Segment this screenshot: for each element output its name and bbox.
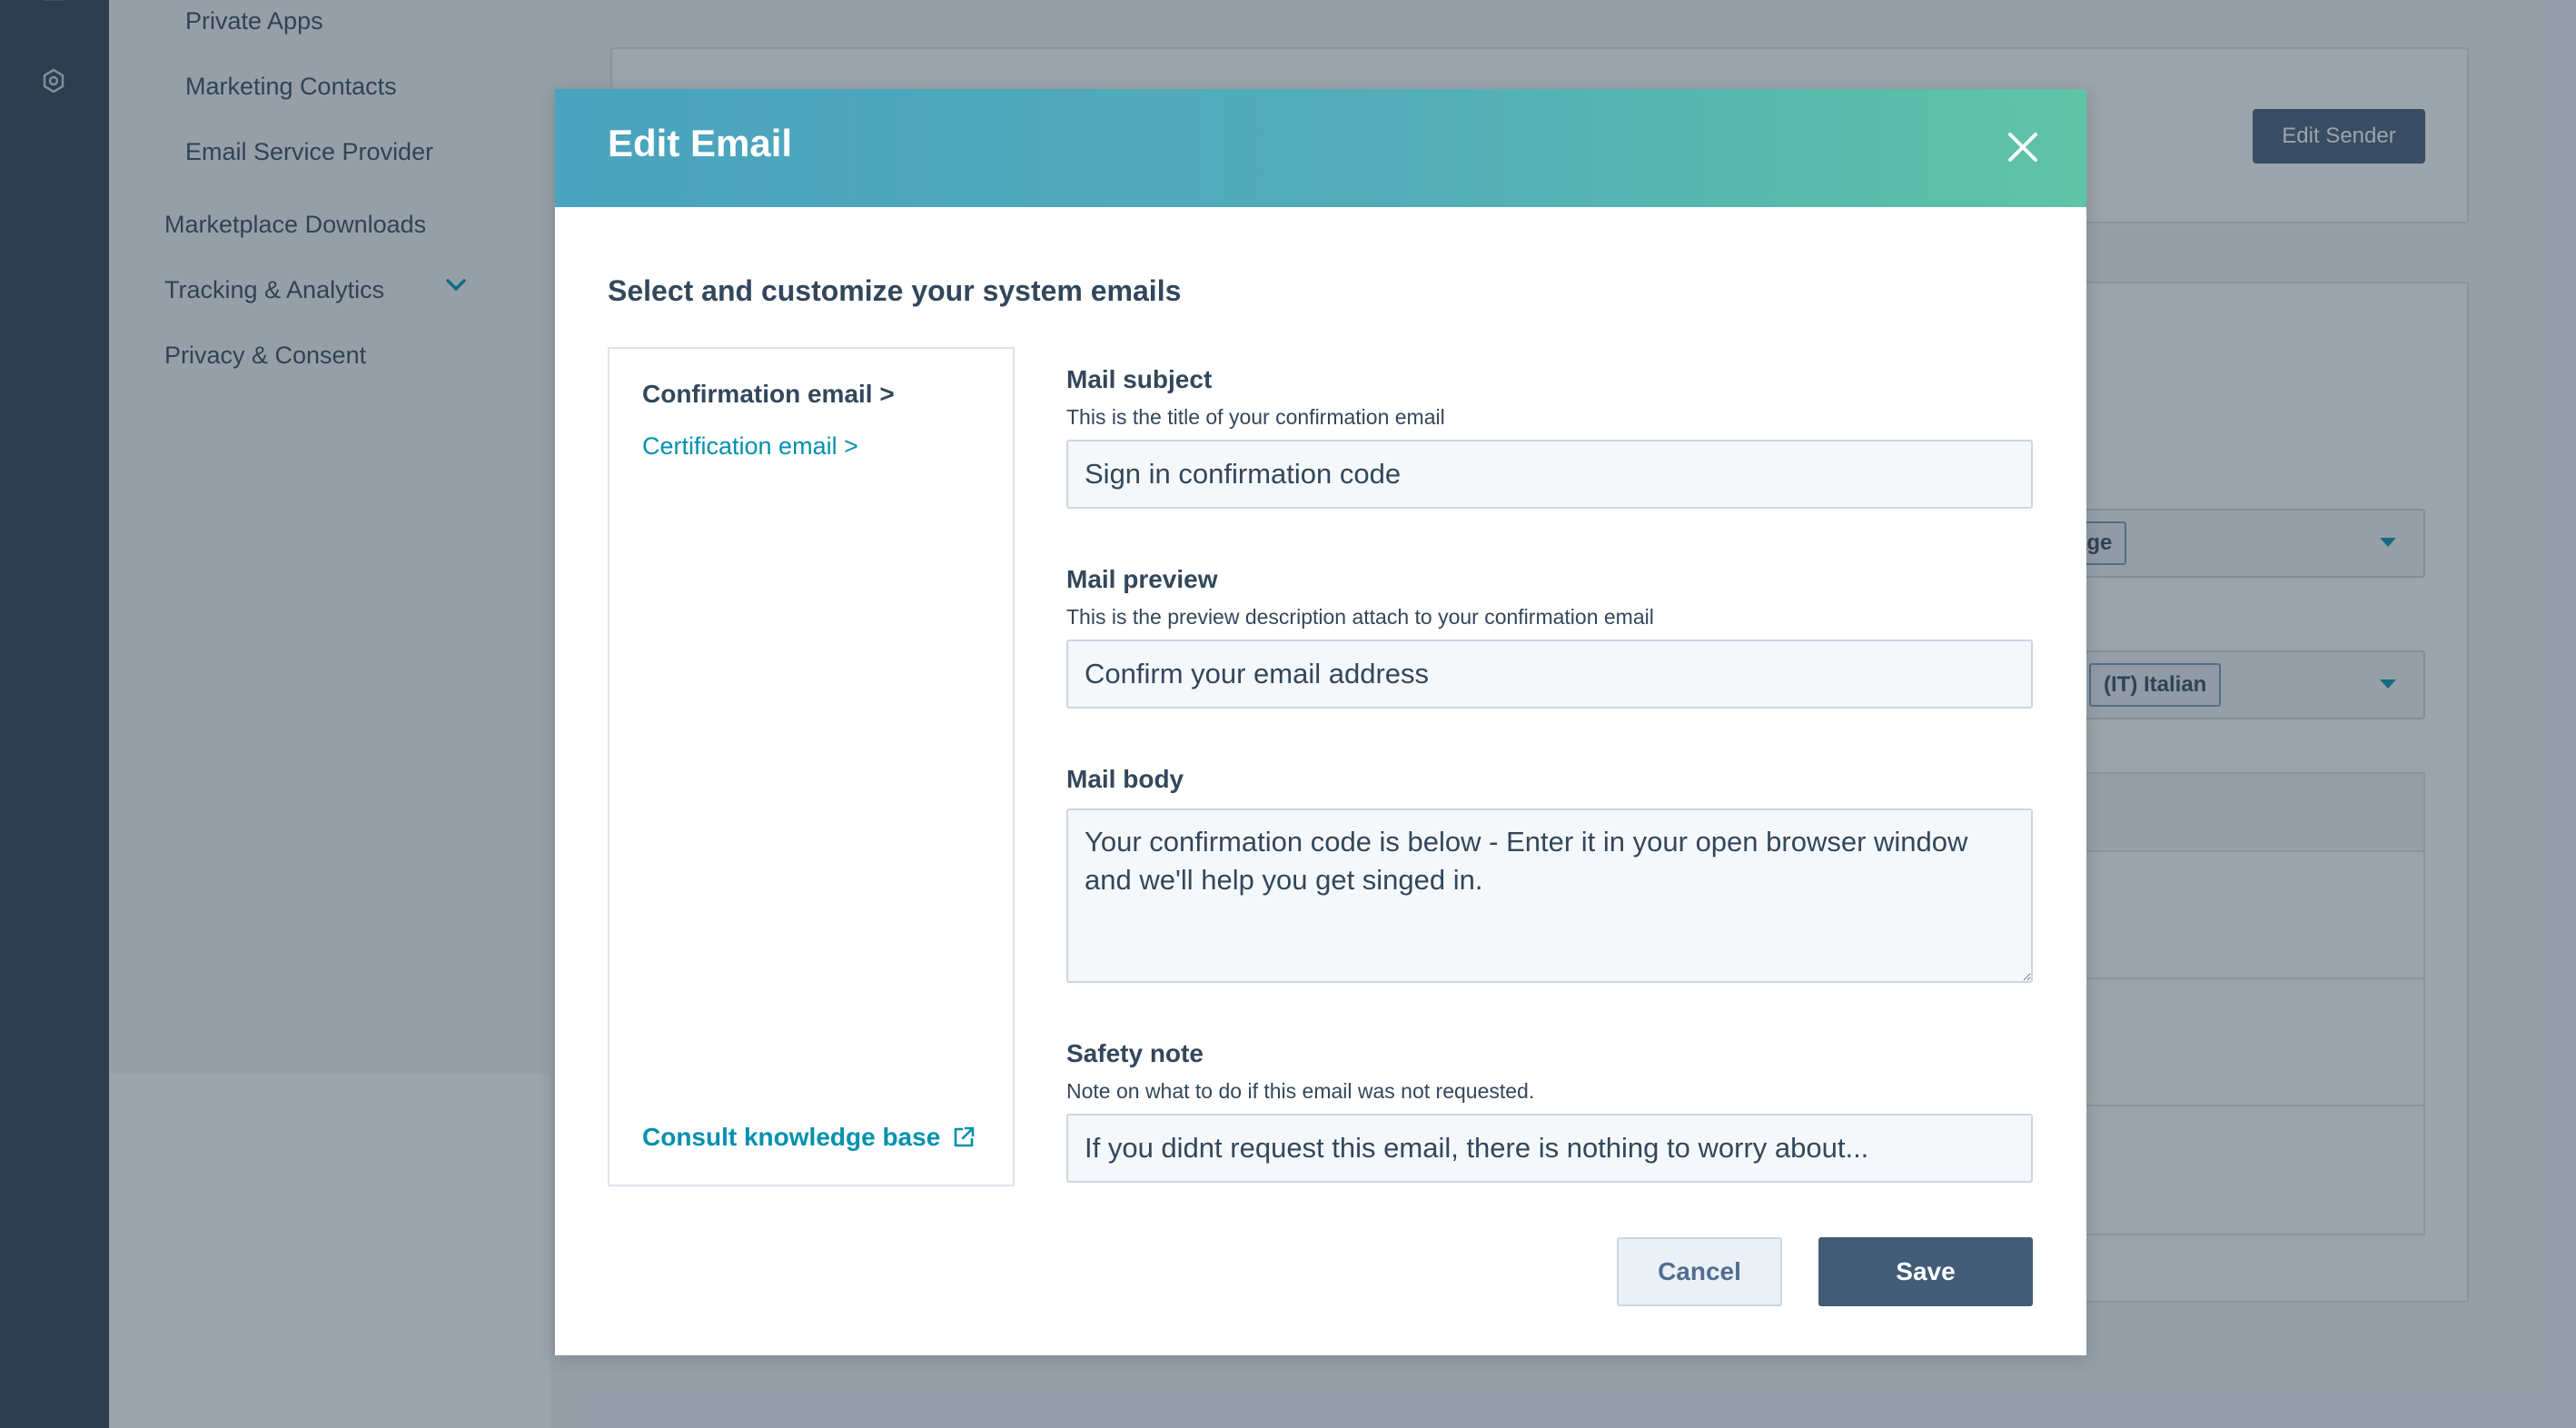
knowledge-base-link-label: Consult knowledge base bbox=[642, 1123, 941, 1151]
mail-body-textarea[interactable]: Your confirmation code is below - Enter … bbox=[1066, 808, 2033, 983]
modal-title: Edit Email bbox=[608, 122, 793, 164]
knowledge-base-link[interactable]: Consult knowledge base bbox=[642, 1123, 976, 1152]
mail-body-label: Mail body bbox=[1066, 765, 1184, 793]
safety-note-input[interactable] bbox=[1066, 1114, 2033, 1183]
email-type-list: Confirmation email > Certification email… bbox=[608, 347, 1015, 1186]
modal-header: Edit Email bbox=[555, 89, 2086, 207]
mail-subject-label: Mail subject bbox=[1066, 365, 1213, 393]
external-link-icon bbox=[954, 1126, 975, 1147]
mail-preview-label: Mail preview bbox=[1066, 565, 1218, 593]
safety-note-help: Note on what to do if this email was not… bbox=[1066, 1079, 1535, 1103]
safety-note-label: Safety note bbox=[1066, 1039, 1204, 1067]
mail-preview-help: This is the preview description attach t… bbox=[1066, 605, 1654, 629]
email-type-certification[interactable]: Certification email > bbox=[642, 432, 858, 461]
mail-subject-help: This is the title of your confirmation e… bbox=[1066, 405, 1445, 429]
save-button[interactable]: Save bbox=[1818, 1237, 2033, 1306]
cancel-button[interactable]: Cancel bbox=[1617, 1237, 1782, 1306]
email-type-confirmation[interactable]: Confirmation email > bbox=[642, 380, 895, 409]
mail-subject-input[interactable] bbox=[1066, 440, 2033, 509]
section-title: Select and customize your system emails bbox=[608, 274, 1182, 307]
close-icon[interactable] bbox=[2003, 127, 2043, 167]
mail-preview-input[interactable] bbox=[1066, 640, 2033, 709]
